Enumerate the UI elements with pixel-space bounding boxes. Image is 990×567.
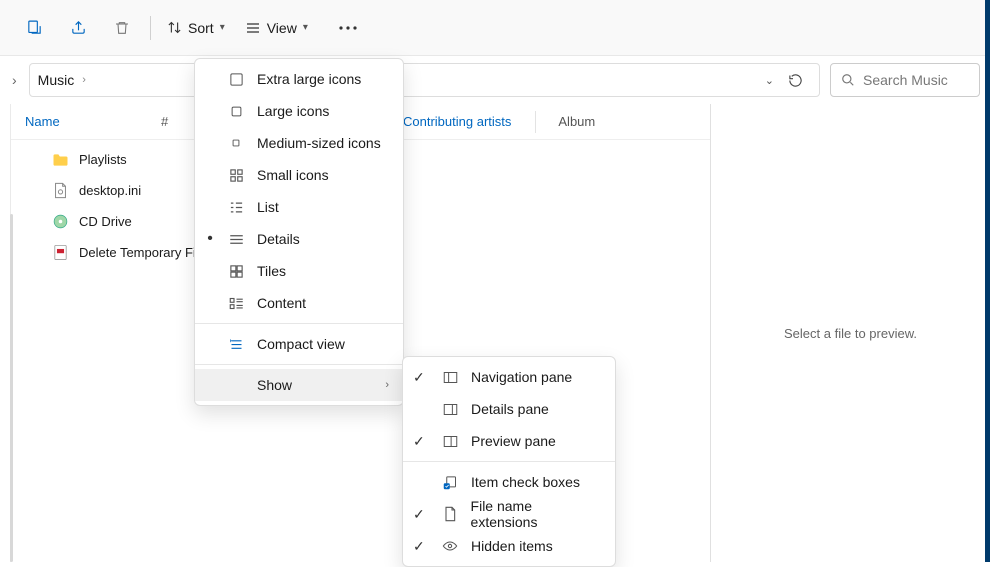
chevron-right-icon: › xyxy=(385,379,389,391)
search-input[interactable]: Search Music xyxy=(830,63,980,97)
show-submenu: ✓ Navigation pane Details pane ✓ Preview… xyxy=(402,356,616,567)
menu-item-details[interactable]: • Details xyxy=(195,223,403,255)
menu-label: Show xyxy=(257,377,292,393)
menu-item-tiles[interactable]: Tiles xyxy=(195,255,403,287)
check-icon: ✓ xyxy=(413,433,429,450)
lg-icon xyxy=(227,104,245,119)
menu-label: Details xyxy=(257,231,300,247)
menu-item-extra-large-icons[interactable]: Extra large icons xyxy=(195,63,403,95)
delete-button[interactable] xyxy=(100,8,144,48)
folder-icon xyxy=(51,153,69,167)
toolbar-separator xyxy=(150,16,151,40)
row-label: Playlists xyxy=(79,152,127,167)
menu-label: Details pane xyxy=(471,401,549,417)
breadcrumb-wrap: Music › ⌄ xyxy=(29,63,820,97)
ini-file-icon xyxy=(51,182,69,199)
cd-drive-icon xyxy=(51,213,69,230)
new-button[interactable] xyxy=(12,8,56,48)
menu-item-list[interactable]: List xyxy=(195,191,403,223)
history-chevron-icon[interactable]: ⌄ xyxy=(765,74,774,87)
check-icon: ✓ xyxy=(413,538,429,555)
compact-icon xyxy=(227,337,245,352)
scrollbar[interactable] xyxy=(10,214,13,562)
menu-item-hidden-items[interactable]: ✓ Hidden items xyxy=(403,530,615,562)
menu-separator xyxy=(403,461,615,462)
bullet-selected: • xyxy=(205,230,215,248)
checkbox-icon xyxy=(441,475,459,490)
details-icon xyxy=(227,233,245,246)
preview-pane-icon xyxy=(441,435,459,448)
more-button[interactable] xyxy=(326,8,370,48)
menu-item-medium-icons[interactable]: Medium-sized icons xyxy=(195,127,403,159)
xl-icon xyxy=(227,72,245,87)
preview-pane: Select a file to preview. xyxy=(710,104,990,562)
toolbar: Sort ▾ View ▾ xyxy=(0,0,990,56)
chevron-right-icon[interactable]: › xyxy=(78,74,90,86)
search-placeholder: Search Music xyxy=(863,72,948,88)
chevron-down-icon: ▾ xyxy=(303,22,308,33)
file-ext-icon xyxy=(441,506,459,522)
view-label: View xyxy=(267,20,297,36)
menu-item-details-pane[interactable]: Details pane xyxy=(403,393,615,425)
row-label: CD Drive xyxy=(79,214,132,229)
list-icon xyxy=(227,201,245,214)
col-contributing[interactable]: Contributing artists xyxy=(389,114,525,129)
address-bar: › Music › ⌄ Search Music xyxy=(0,56,990,104)
menu-label: Hidden items xyxy=(471,538,553,554)
menu-item-file-name-extensions[interactable]: ✓ File name extensions xyxy=(403,498,615,530)
sort-label: Sort xyxy=(188,20,214,36)
menu-label: Content xyxy=(257,295,306,311)
view-menu: Extra large icons Large icons Medium-siz… xyxy=(194,58,404,406)
menu-separator xyxy=(195,364,403,365)
share-button[interactable] xyxy=(56,8,100,48)
back-chevron-icon[interactable]: › xyxy=(10,72,19,88)
menu-item-content[interactable]: Content xyxy=(195,287,403,319)
menu-item-small-icons[interactable]: Small icons xyxy=(195,159,403,191)
tiles-icon xyxy=(227,264,245,279)
preview-empty-text: Select a file to preview. xyxy=(784,326,917,341)
md-icon xyxy=(227,136,245,150)
menu-item-large-icons[interactable]: Large icons xyxy=(195,95,403,127)
chevron-down-icon: ▾ xyxy=(220,22,225,33)
hidden-icon xyxy=(441,540,459,552)
details-pane-icon xyxy=(441,403,459,416)
refresh-icon[interactable] xyxy=(788,73,803,88)
check-icon: ✓ xyxy=(413,369,429,386)
menu-label: Item check boxes xyxy=(471,474,580,490)
content-icon xyxy=(227,297,245,310)
row-label: desktop.ini xyxy=(79,183,141,198)
search-icon xyxy=(841,73,855,87)
menu-item-navigation-pane[interactable]: ✓ Navigation pane xyxy=(403,361,615,393)
menu-label: Medium-sized icons xyxy=(257,135,381,151)
menu-item-compact-view[interactable]: Compact view xyxy=(195,328,403,360)
view-button[interactable]: View ▾ xyxy=(235,8,318,48)
menu-item-preview-pane[interactable]: ✓ Preview pane xyxy=(403,425,615,457)
menu-label: Tiles xyxy=(257,263,286,279)
window-edge xyxy=(985,0,990,562)
menu-item-show[interactable]: Show › xyxy=(195,369,403,401)
menu-separator xyxy=(195,323,403,324)
sm-icon xyxy=(227,168,245,183)
menu-label: List xyxy=(257,199,279,215)
menu-label: Navigation pane xyxy=(471,369,572,385)
row-label: Delete Temporary Fi... xyxy=(79,245,207,260)
menu-label: Compact view xyxy=(257,336,345,352)
menu-label: Preview pane xyxy=(471,433,556,449)
menu-label: File name extensions xyxy=(471,498,601,530)
nav-pane-icon xyxy=(441,371,459,384)
sort-button[interactable]: Sort ▾ xyxy=(157,8,235,48)
col-album[interactable]: Album xyxy=(535,111,609,133)
col-name[interactable]: Name xyxy=(11,114,161,129)
menu-label: Extra large icons xyxy=(257,71,361,87)
menu-label: Small icons xyxy=(257,167,329,183)
check-icon: ✓ xyxy=(413,506,429,523)
exe-file-icon xyxy=(51,244,69,261)
breadcrumb-current[interactable]: Music xyxy=(38,72,75,88)
menu-label: Large icons xyxy=(257,103,329,119)
menu-item-item-check-boxes[interactable]: Item check boxes xyxy=(403,466,615,498)
